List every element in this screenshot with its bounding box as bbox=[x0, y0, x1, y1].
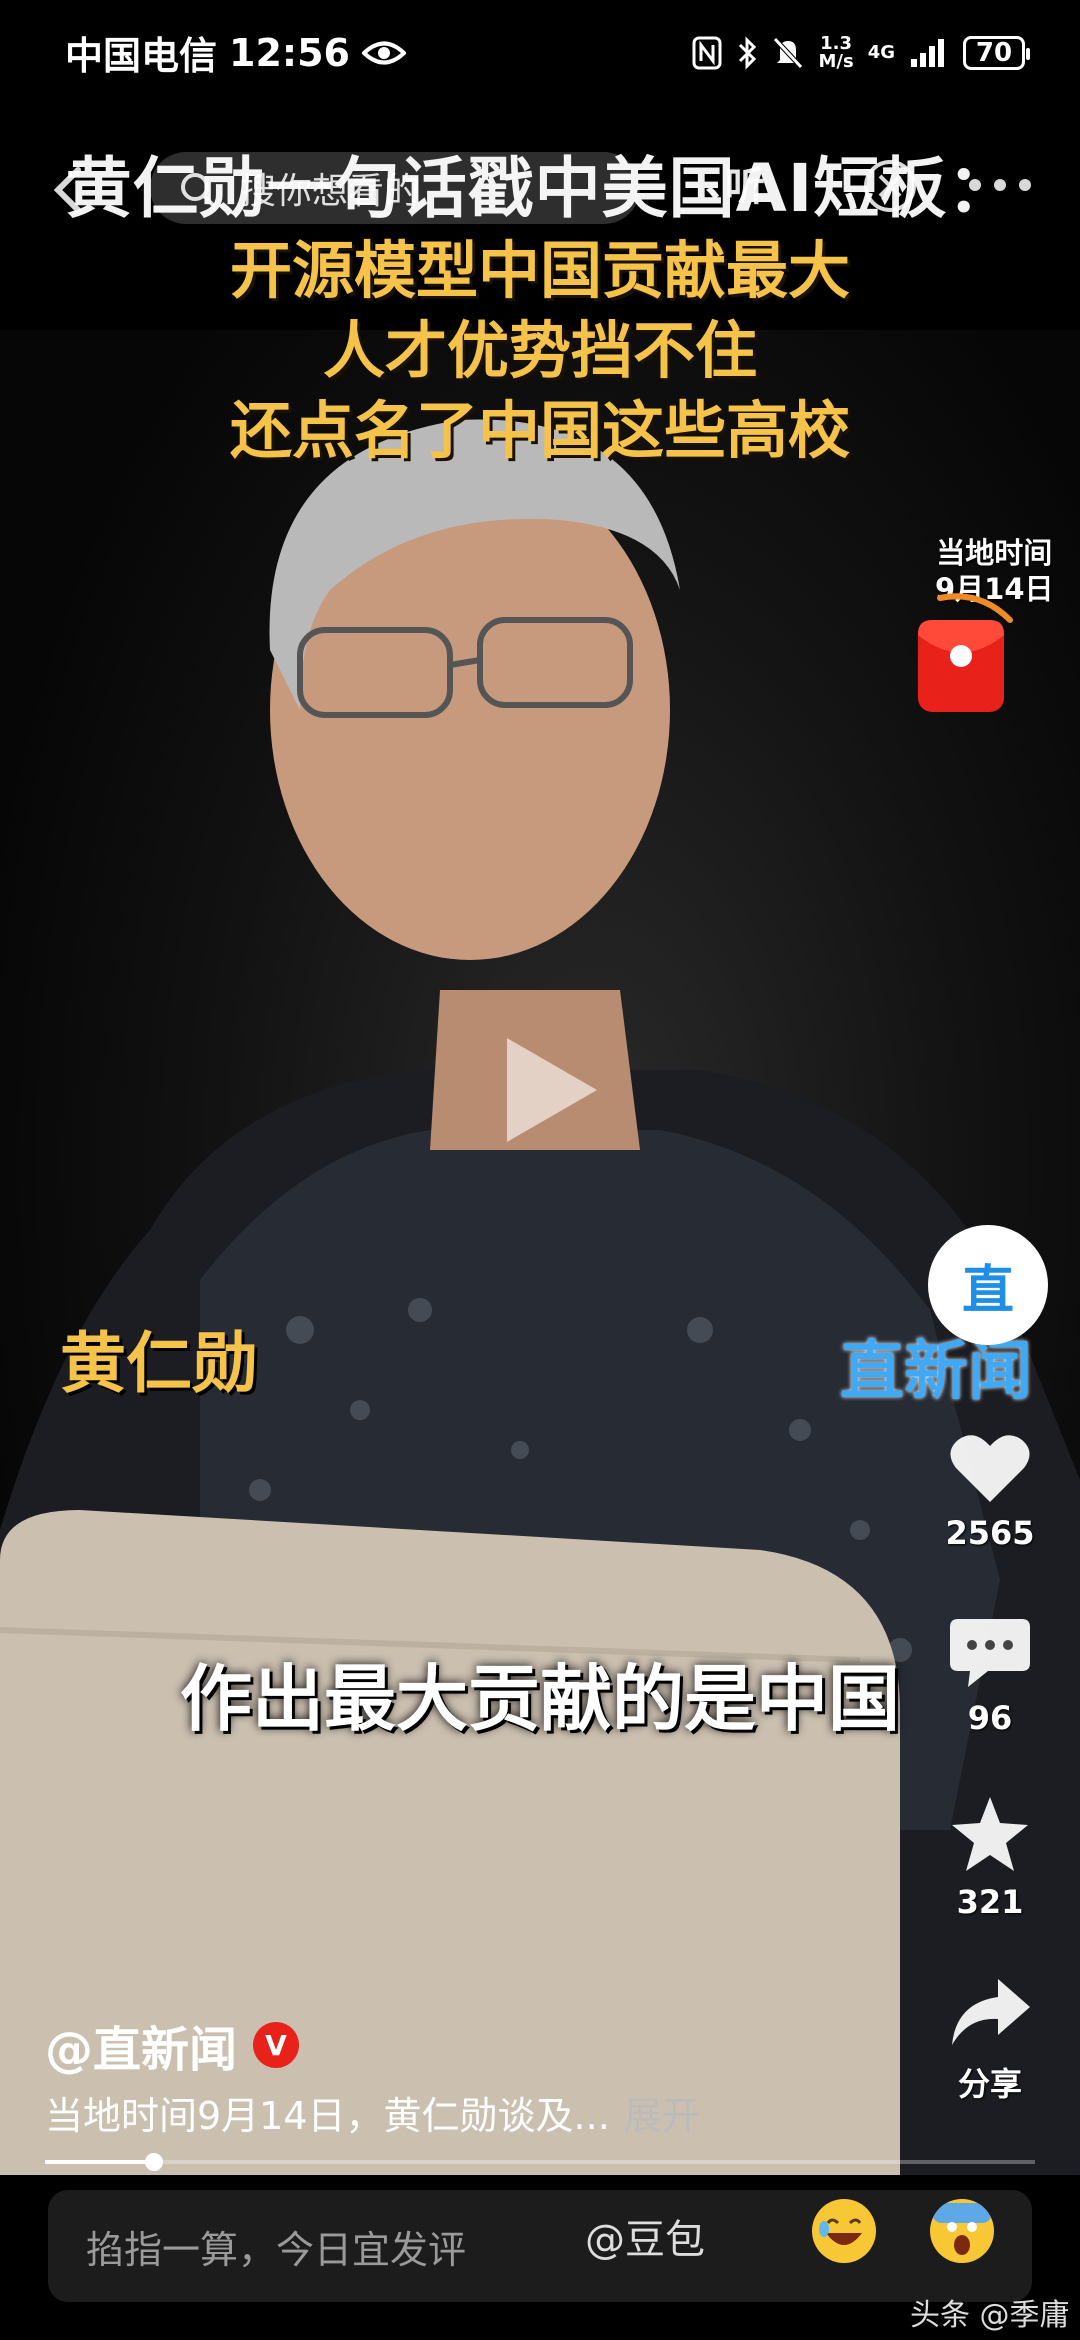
author-avatar[interactable]: 直 bbox=[928, 1225, 1048, 1345]
mute-bell-icon bbox=[773, 36, 804, 69]
comment-placeholder: 掐指一算，今日宜发评 bbox=[86, 2227, 467, 2272]
net-speed-value: 1.3 bbox=[820, 32, 853, 54]
comment-button[interactable]: 96 bbox=[920, 1615, 1060, 1737]
source-tag: 头条 @季庸 bbox=[910, 2298, 1070, 2333]
comment-bubble-icon bbox=[950, 1619, 1030, 1687]
nfc-icon bbox=[692, 36, 722, 69]
star-icon bbox=[952, 1797, 1028, 1871]
expand-link[interactable]: 展开 bbox=[624, 2094, 700, 2138]
net-speed-unit: M/s bbox=[818, 50, 854, 72]
network-type: 4G bbox=[867, 41, 895, 63]
bluetooth-icon bbox=[739, 35, 757, 70]
clock: 12:56 bbox=[229, 30, 350, 75]
headline-line-2: 开源模型中国贡献最大 bbox=[229, 234, 850, 307]
author-row[interactable]: @直新闻 V bbox=[45, 2010, 300, 2080]
laughing-emoji-icon[interactable] bbox=[812, 2199, 876, 2263]
video-progress-bar[interactable] bbox=[45, 2153, 1035, 2171]
back-arrow-icon[interactable] bbox=[40, 160, 100, 220]
carrier-label: 中国电信 bbox=[65, 34, 218, 78]
red-envelope-icon[interactable] bbox=[910, 590, 1020, 720]
video-subtitle: 作出最大贡献的是中国 bbox=[179, 1657, 900, 1741]
search-icon bbox=[181, 173, 216, 208]
share-button[interactable]: 分享 bbox=[920, 1975, 1060, 2105]
net-speed: 1.3 M/s bbox=[818, 32, 854, 72]
verified-badge: V bbox=[253, 2022, 300, 2068]
heart-icon bbox=[950, 1435, 1030, 1502]
comment-input[interactable]: 掐指一算，今日宜发评 bbox=[48, 2190, 1032, 2302]
status-bar: 中国电信 12:56 1.3 M/s 4G 70 bbox=[0, 0, 1080, 105]
comment-area: 掐指一算，今日宜发评 @豆包 头条 @季庸 bbox=[0, 2175, 1080, 2340]
description-text: 当地时间9月14日，黄仁勋谈及... bbox=[45, 2094, 610, 2138]
progress-knob[interactable] bbox=[144, 2153, 163, 2171]
favorite-count: 321 bbox=[956, 1883, 1024, 1921]
top-nav: 搜你想看的 听 bbox=[0, 140, 1080, 235]
signal-icon bbox=[911, 38, 944, 67]
headline-line-4: 还点名了中国这些高校 bbox=[229, 394, 850, 467]
progress-fill bbox=[45, 2160, 154, 2164]
share-arrow-icon bbox=[952, 1979, 1030, 2045]
listen-button[interactable]: 听 bbox=[725, 154, 765, 212]
doubao-mention-button[interactable]: @豆包 bbox=[585, 2207, 705, 2265]
favorite-button[interactable]: 321 bbox=[920, 1795, 1060, 1921]
search-box[interactable]: 搜你想看的 bbox=[150, 152, 640, 224]
comment-count: 96 bbox=[967, 1699, 1013, 1737]
more-dots-icon[interactable] bbox=[960, 165, 1040, 205]
post-description[interactable]: 当地时间9月14日，黄仁勋谈及... 展开 bbox=[45, 2085, 700, 2140]
eye-icon bbox=[361, 41, 406, 64]
like-count: 2565 bbox=[945, 1514, 1035, 1552]
time-tag-line-1: 当地时间 bbox=[936, 536, 1053, 570]
video-screen: 中国电信 12:56 1.3 M/s 4G 70 黄仁勋一句话戳中美国AI短板：… bbox=[0, 0, 1080, 2340]
search-placeholder: 搜你想看的 bbox=[240, 171, 421, 212]
author-name[interactable]: @直新闻 bbox=[45, 2010, 237, 2080]
play-icon[interactable] bbox=[495, 1030, 605, 1150]
close-circle-icon[interactable] bbox=[860, 156, 920, 216]
battery-indicator: 70 bbox=[963, 35, 1030, 70]
shocked-emoji-icon[interactable] bbox=[930, 2199, 994, 2263]
like-button[interactable]: 2565 bbox=[920, 1430, 1060, 1552]
speaker-name-caption: 黄仁勋 bbox=[60, 1325, 258, 1402]
share-label: 分享 bbox=[957, 2065, 1022, 2103]
headline-line-3: 人才优势挡不住 bbox=[322, 314, 757, 387]
